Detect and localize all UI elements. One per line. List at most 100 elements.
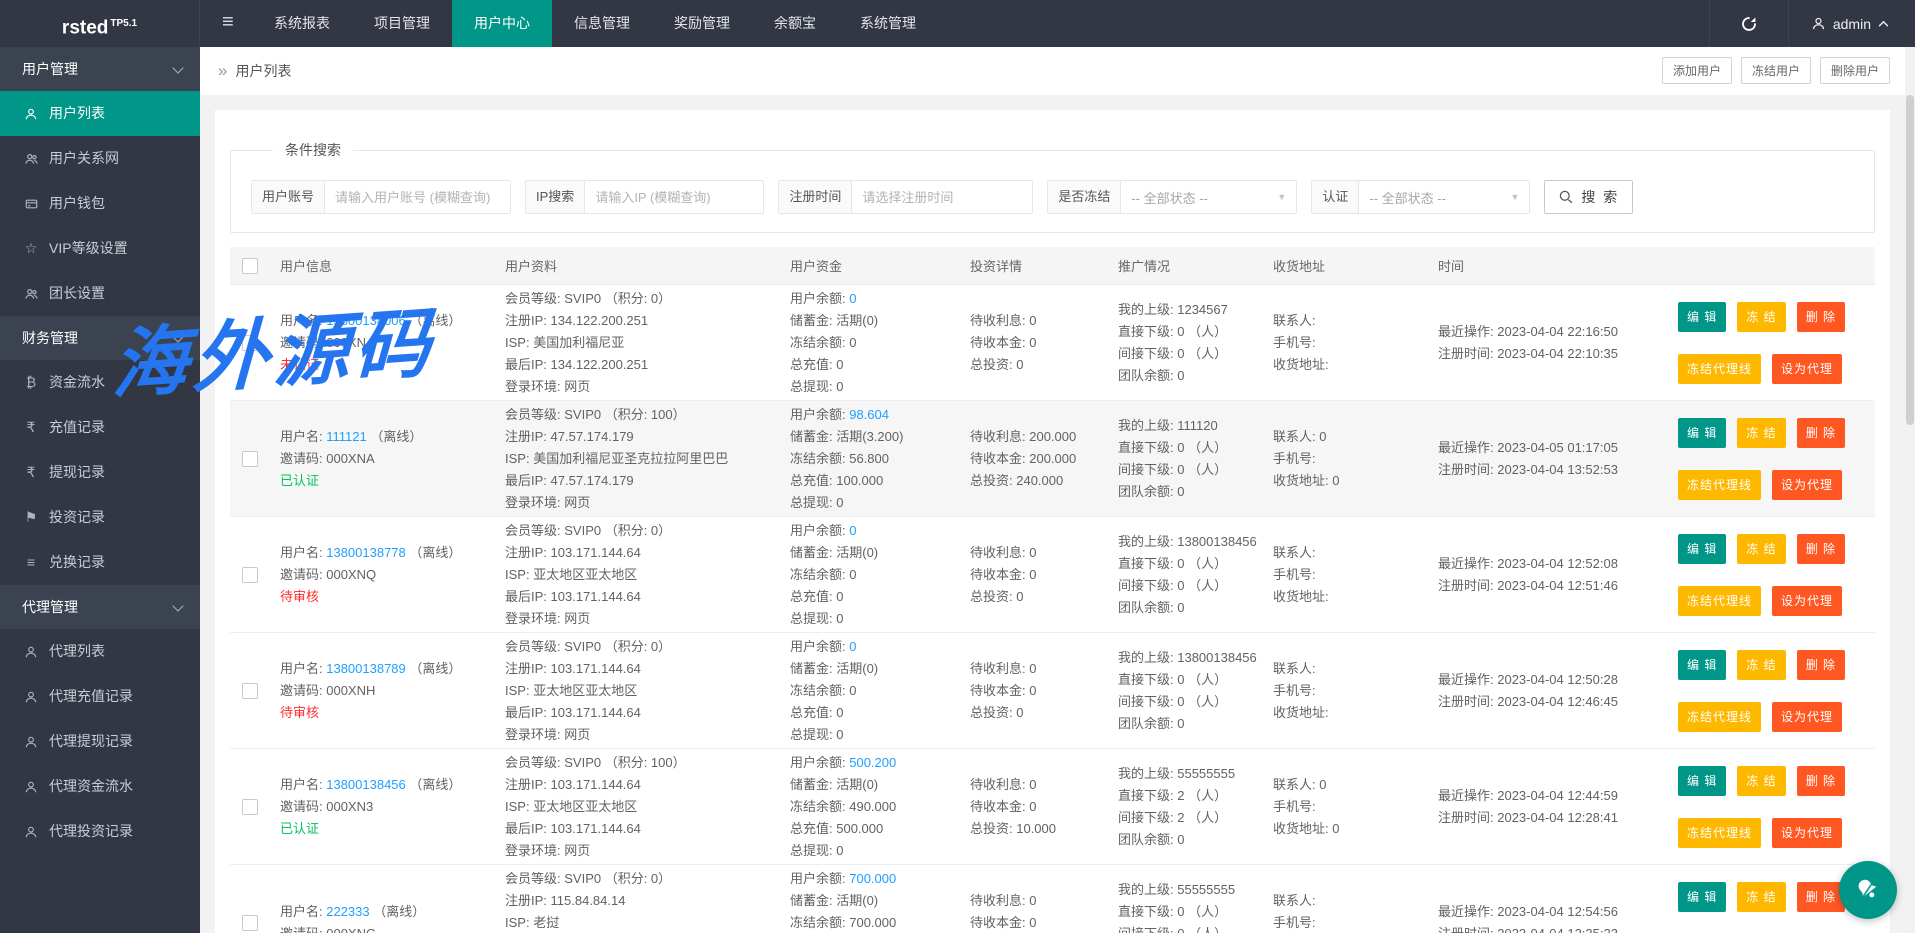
- freeze-button[interactable]: 冻 结: [1737, 418, 1785, 448]
- set-agent-button[interactable]: 设为代理: [1772, 470, 1842, 500]
- sidebar-item-用户列表[interactable]: 用户列表: [0, 91, 200, 136]
- sidebar-item-代理提现记录[interactable]: 代理提现记录: [0, 719, 200, 764]
- account-input[interactable]: [325, 181, 510, 213]
- page-action-2-button[interactable]: 删除用户: [1820, 57, 1890, 84]
- sidebar-section-2[interactable]: 代理管理: [0, 585, 200, 629]
- app-logo-text: rsted: [62, 17, 108, 38]
- sidebar-item-代理列表[interactable]: 代理列表: [0, 629, 200, 674]
- nav-item-3[interactable]: 信息管理: [552, 0, 652, 47]
- online-status: （离线）: [367, 429, 423, 444]
- refresh-button[interactable]: [1709, 0, 1788, 47]
- username-value[interactable]: 13800138789: [326, 661, 406, 676]
- freeze-agent-line-button[interactable]: 冻结代理线: [1678, 702, 1761, 732]
- sidebar-item-提现记录[interactable]: ₹提现记录: [0, 450, 200, 495]
- verify-select[interactable]: -- 全部状态 -- ▼: [1359, 181, 1529, 213]
- freeze-select[interactable]: -- 全部状态 -- ▼: [1121, 181, 1296, 213]
- regtime-input[interactable]: [852, 181, 1032, 213]
- nav-item-1[interactable]: 项目管理: [352, 0, 452, 47]
- page-action-0-button[interactable]: 添加用户: [1662, 57, 1732, 84]
- row-checkbox[interactable]: [242, 335, 258, 351]
- admin-menu[interactable]: admin: [1788, 0, 1915, 47]
- username-value[interactable]: 13800138778: [326, 545, 406, 560]
- sidebar-section-0[interactable]: 用户管理: [0, 47, 200, 91]
- nav-item-0[interactable]: 系统报表: [252, 0, 352, 47]
- freeze-button[interactable]: 冻 结: [1737, 302, 1785, 332]
- sidebar-item-用户钱包[interactable]: 用户钱包: [0, 181, 200, 226]
- sidebar-item-兑换记录[interactable]: ≡兑换记录: [0, 540, 200, 585]
- row-checkbox[interactable]: [242, 451, 258, 467]
- search-button[interactable]: 搜 索: [1544, 180, 1633, 214]
- freeze-button[interactable]: 冻 结: [1737, 534, 1785, 564]
- sidebar-item-用户关系网[interactable]: 用户关系网: [0, 136, 200, 181]
- edit-button[interactable]: 编 辑: [1678, 766, 1726, 796]
- reg-ip-label: 注册IP:: [505, 545, 551, 560]
- freeze-agent-line-button[interactable]: 冻结代理线: [1678, 470, 1761, 500]
- pending-interest-line: 待收利息: 0: [970, 542, 1110, 564]
- nav-item-5[interactable]: 余额宝: [752, 0, 838, 47]
- sidebar-item-团长设置[interactable]: 团长设置: [0, 271, 200, 316]
- menu-toggle-icon[interactable]: ≡: [210, 0, 246, 47]
- balance-value[interactable]: 700.000: [849, 871, 896, 886]
- delete-button[interactable]: 删 除: [1797, 302, 1845, 332]
- row-checkbox[interactable]: [242, 799, 258, 815]
- delete-button[interactable]: 删 除: [1797, 650, 1845, 680]
- balance-value[interactable]: 0: [849, 639, 856, 654]
- sidebar-section-1[interactable]: 财务管理: [0, 316, 200, 360]
- balance-value[interactable]: 0: [849, 291, 856, 306]
- promotion-cell: 我的上级: 1234567直接下级: 0 （人）间接下级: 0 （人）团队余额:…: [1118, 285, 1273, 400]
- freeze-agent-line-button[interactable]: 冻结代理线: [1678, 586, 1761, 616]
- row-checkbox[interactable]: [242, 567, 258, 583]
- address-cell: 联系人: 手机号: 收货地址:: [1273, 865, 1418, 933]
- balance-value[interactable]: 98.604: [849, 407, 889, 422]
- edit-button[interactable]: 编 辑: [1678, 418, 1726, 448]
- sidebar-item-充值记录[interactable]: ₹充值记录: [0, 405, 200, 450]
- set-agent-button[interactable]: 设为代理: [1772, 354, 1842, 384]
- indirect-subs-line: 间接下级: 2 （人）: [1118, 807, 1265, 829]
- nav-item-4[interactable]: 奖励管理: [652, 0, 752, 47]
- team-balance-label: 团队余额:: [1118, 832, 1177, 847]
- nav-item-6[interactable]: 系统管理: [838, 0, 938, 47]
- freeze-button[interactable]: 冻 结: [1737, 766, 1785, 796]
- balance-value[interactable]: 500.200: [849, 755, 896, 770]
- username-value[interactable]: 111121: [326, 429, 367, 444]
- username-value[interactable]: 13800138456: [326, 777, 406, 792]
- freeze-button[interactable]: 冻 结: [1737, 882, 1785, 912]
- select-all-checkbox[interactable]: [242, 258, 258, 274]
- freeze-agent-line-button[interactable]: 冻结代理线: [1678, 818, 1761, 848]
- balance-value[interactable]: 0: [849, 523, 856, 538]
- nav-item-2[interactable]: 用户中心: [452, 0, 552, 47]
- sidebar-item-代理充值记录[interactable]: 代理充值记录: [0, 674, 200, 719]
- set-agent-button[interactable]: 设为代理: [1772, 586, 1842, 616]
- sidebar-item-资金流水[interactable]: ₿资金流水: [0, 360, 200, 405]
- username-line: 用户名: 13800138006 （离线）: [280, 310, 497, 332]
- freeze-agent-line-button[interactable]: 冻结代理线: [1678, 354, 1761, 384]
- username-value[interactable]: 222333: [326, 904, 369, 919]
- invest-detail-cell: 待收利息: 0待收本金: 0总投资: 10.000: [970, 749, 1118, 864]
- set-agent-button[interactable]: 设为代理: [1772, 818, 1842, 848]
- row-checkbox[interactable]: [242, 915, 258, 931]
- delete-button[interactable]: 删 除: [1797, 882, 1845, 912]
- delete-button[interactable]: 删 除: [1797, 766, 1845, 796]
- username-value[interactable]: 13800138006: [326, 313, 406, 328]
- scrollbar-thumb[interactable]: [1906, 95, 1914, 425]
- sidebar-item-投资记录[interactable]: ⚑投资记录: [0, 495, 200, 540]
- row-checkbox[interactable]: [242, 683, 258, 699]
- sidebar-item-label: 代理投资记录: [49, 809, 133, 854]
- person-suffix: （人）: [1184, 578, 1227, 593]
- edit-button[interactable]: 编 辑: [1678, 882, 1726, 912]
- sidebar-item-代理投资记录[interactable]: 代理投资记录: [0, 809, 200, 854]
- edit-button[interactable]: 编 辑: [1678, 534, 1726, 564]
- sidebar-item-VIP等级设置[interactable]: ☆VIP等级设置: [0, 226, 200, 271]
- edit-button[interactable]: 编 辑: [1678, 650, 1726, 680]
- freeze-button[interactable]: 冻 结: [1737, 650, 1785, 680]
- announcement-float-button[interactable]: [1839, 861, 1897, 919]
- delete-button[interactable]: 删 除: [1797, 418, 1845, 448]
- sidebar-item-代理资金流水[interactable]: 代理资金流水: [0, 764, 200, 809]
- set-agent-button[interactable]: 设为代理: [1772, 702, 1842, 732]
- delete-button[interactable]: 删 除: [1797, 534, 1845, 564]
- total-invest-value: 0: [1016, 357, 1023, 372]
- edit-button[interactable]: 编 辑: [1678, 302, 1726, 332]
- ip-input[interactable]: [585, 181, 763, 213]
- page-action-1-button[interactable]: 冻结用户: [1741, 57, 1811, 84]
- row-actions-cell: 编 辑冻 结删 除冻结代理线设为代理: [1653, 749, 1873, 864]
